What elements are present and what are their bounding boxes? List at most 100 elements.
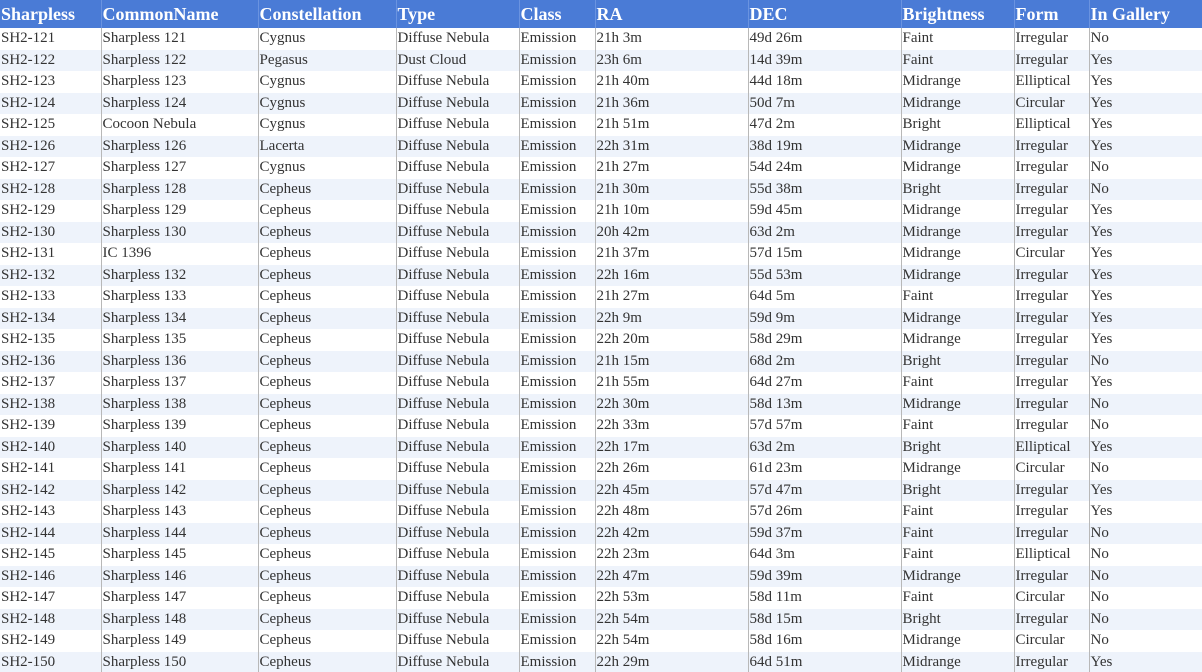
table-row[interactable]: SH2-148 Sharpless 148 Cepheus Diffuse Nebul… (0, 608, 1202, 630)
cell-form: Irregular (1014, 264, 1090, 286)
table-row[interactable]: SH2-129 Sharpless 129 Cepheus Diffuse Nebul… (0, 200, 1202, 222)
cell-constellation: Cepheus (258, 565, 397, 587)
cell-common-name: Sharpless 139 (101, 415, 259, 437)
cell-in-gallery: Yes (1089, 264, 1202, 286)
cell-type: Diffuse Nebula (396, 544, 520, 566)
cell-type: Diffuse Nebula (396, 436, 520, 458)
cell-common-name: Sharpless 135 (101, 329, 259, 351)
cell-class: Emission (519, 135, 596, 157)
table-row[interactable]: SH2-147 Sharpless 147 Cepheus Diffuse Nebul… (0, 587, 1202, 609)
cell-sharpless: SH2-127 (0, 157, 102, 179)
cell-brightness: Bright (901, 479, 1015, 501)
table-row[interactable]: SH2-149 Sharpless 149 Cepheus Diffuse Nebul… (0, 630, 1202, 652)
table-row[interactable]: SH2-150 Sharpless 150 Cepheus Diffuse Nebul… (0, 651, 1202, 672)
table-row[interactable]: SH2-139 Sharpless 139 Cepheus Diffuse Nebul… (0, 415, 1202, 437)
column-header-dec[interactable]: DEC (748, 0, 902, 28)
table-row[interactable]: SH2-142 Sharpless 142 Cepheus Diffuse Nebul… (0, 479, 1202, 501)
table-row[interactable]: SH2-124 Sharpless 124 Cygnus Diffuse Nebula… (0, 92, 1202, 114)
cell-ra: 21h 30m (595, 178, 749, 200)
cell-sharpless: SH2-139 (0, 415, 102, 437)
cell-brightness: Midrange (901, 221, 1015, 243)
cell-in-gallery: No (1089, 522, 1202, 544)
cell-in-gallery: No (1089, 458, 1202, 480)
table-row[interactable]: SH2-140 Sharpless 140 Cepheus Diffuse Nebul… (0, 436, 1202, 458)
column-header-form[interactable]: Form (1014, 0, 1090, 28)
table-row[interactable]: SH2-130 Sharpless 130 Cepheus Diffuse Nebul… (0, 221, 1202, 243)
cell-sharpless: SH2-143 (0, 501, 102, 523)
cell-form: Elliptical (1014, 114, 1090, 136)
header-row: Sharpless CommonName Constellation Type Clas… (0, 0, 1202, 28)
table-row[interactable]: SH2-145 Sharpless 145 Cepheus Diffuse Nebul… (0, 544, 1202, 566)
cell-in-gallery: Yes (1089, 286, 1202, 308)
table-row[interactable]: SH2-146 Sharpless 146 Cepheus Diffuse Nebul… (0, 565, 1202, 587)
table-row[interactable]: SH2-133 Sharpless 133 Cepheus Diffuse Nebul… (0, 286, 1202, 308)
column-header-in-gallery[interactable]: In Gallery (1089, 0, 1202, 28)
cell-constellation: Cygnus (258, 71, 397, 93)
cell-sharpless: SH2-137 (0, 372, 102, 394)
cell-common-name: Sharpless 136 (101, 350, 259, 372)
cell-ra: 22h 42m (595, 522, 749, 544)
table-row[interactable]: SH2-132 Sharpless 132 Cepheus Diffuse Nebul… (0, 264, 1202, 286)
table-row[interactable]: SH2-143 Sharpless 143 Cepheus Diffuse Nebul… (0, 501, 1202, 523)
cell-class: Emission (519, 28, 596, 50)
column-header-ra[interactable]: RA (595, 0, 749, 28)
cell-brightness: Midrange (901, 630, 1015, 652)
table-row[interactable]: SH2-128 Sharpless 128 Cepheus Diffuse Nebul… (0, 178, 1202, 200)
cell-class: Emission (519, 544, 596, 566)
cell-type: Diffuse Nebula (396, 178, 520, 200)
column-header-common-name[interactable]: CommonName (101, 0, 259, 28)
cell-in-gallery: Yes (1089, 651, 1202, 672)
cell-ra: 22h 17m (595, 436, 749, 458)
table-row[interactable]: SH2-121 Sharpless 121 Cygnus Diffuse Nebula… (0, 28, 1202, 50)
cell-constellation: Cepheus (258, 329, 397, 351)
column-header-type[interactable]: Type (396, 0, 520, 28)
table-row[interactable]: SH2-122 Sharpless 122 Pegasus Dust Cloud Emi… (0, 49, 1202, 71)
cell-brightness: Faint (901, 587, 1015, 609)
table-row[interactable]: SH2-138 Sharpless 138 Cepheus Diffuse Nebul… (0, 393, 1202, 415)
column-header-constellation[interactable]: Constellation (258, 0, 397, 28)
cell-brightness: Midrange (901, 92, 1015, 114)
cell-common-name: Sharpless 133 (101, 286, 259, 308)
table-row[interactable]: SH2-144 Sharpless 144 Cepheus Diffuse Nebul… (0, 522, 1202, 544)
column-header-sharpless[interactable]: Sharpless (0, 0, 102, 28)
cell-constellation: Cygnus (258, 157, 397, 179)
cell-constellation: Cepheus (258, 458, 397, 480)
table-row[interactable]: SH2-137 Sharpless 137 Cepheus Diffuse Nebul… (0, 372, 1202, 394)
table-row[interactable]: SH2-134 Sharpless 134 Cepheus Diffuse Nebul… (0, 307, 1202, 329)
cell-sharpless: SH2-148 (0, 608, 102, 630)
cell-dec: 57d 26m (748, 501, 902, 523)
cell-form: Irregular (1014, 372, 1090, 394)
cell-type: Diffuse Nebula (396, 372, 520, 394)
table-row[interactable]: SH2-136 Sharpless 136 Cepheus Diffuse Nebul… (0, 350, 1202, 372)
cell-type: Diffuse Nebula (396, 630, 520, 652)
cell-brightness: Bright (901, 436, 1015, 458)
cell-dec: 59d 9m (748, 307, 902, 329)
cell-form: Circular (1014, 92, 1090, 114)
cell-constellation: Cepheus (258, 372, 397, 394)
table-row[interactable]: SH2-131 IC 1396 Cepheus Diffuse Nebula Emiss… (0, 243, 1202, 265)
cell-constellation: Cygnus (258, 114, 397, 136)
table-row[interactable]: SH2-127 Sharpless 127 Cygnus Diffuse Nebula… (0, 157, 1202, 179)
table-row[interactable]: SH2-135 Sharpless 135 Cepheus Diffuse Nebul… (0, 329, 1202, 351)
table-row[interactable]: SH2-141 Sharpless 141 Cepheus Diffuse Nebul… (0, 458, 1202, 480)
cell-ra: 22h 45m (595, 479, 749, 501)
table-row[interactable]: SH2-125 Cocoon Nebula Cygnus Diffuse Nebula… (0, 114, 1202, 136)
table-row[interactable]: SH2-126 Sharpless 126 Lacerta Diffuse Nebul… (0, 135, 1202, 157)
cell-dec: 58d 13m (748, 393, 902, 415)
cell-form: Circular (1014, 243, 1090, 265)
column-header-brightness[interactable]: Brightness (901, 0, 1015, 28)
cell-ra: 21h 40m (595, 71, 749, 93)
cell-common-name: Sharpless 128 (101, 178, 259, 200)
cell-ra: 22h 26m (595, 458, 749, 480)
cell-class: Emission (519, 286, 596, 308)
cell-class: Emission (519, 221, 596, 243)
cell-common-name: Sharpless 134 (101, 307, 259, 329)
cell-sharpless: SH2-133 (0, 286, 102, 308)
table-row[interactable]: SH2-123 Sharpless 123 Cygnus Diffuse Nebula… (0, 71, 1202, 93)
cell-ra: 22h 33m (595, 415, 749, 437)
column-header-class[interactable]: Class (519, 0, 596, 28)
cell-form: Irregular (1014, 415, 1090, 437)
cell-dec: 58d 16m (748, 630, 902, 652)
cell-brightness: Midrange (901, 71, 1015, 93)
cell-in-gallery: Yes (1089, 243, 1202, 265)
